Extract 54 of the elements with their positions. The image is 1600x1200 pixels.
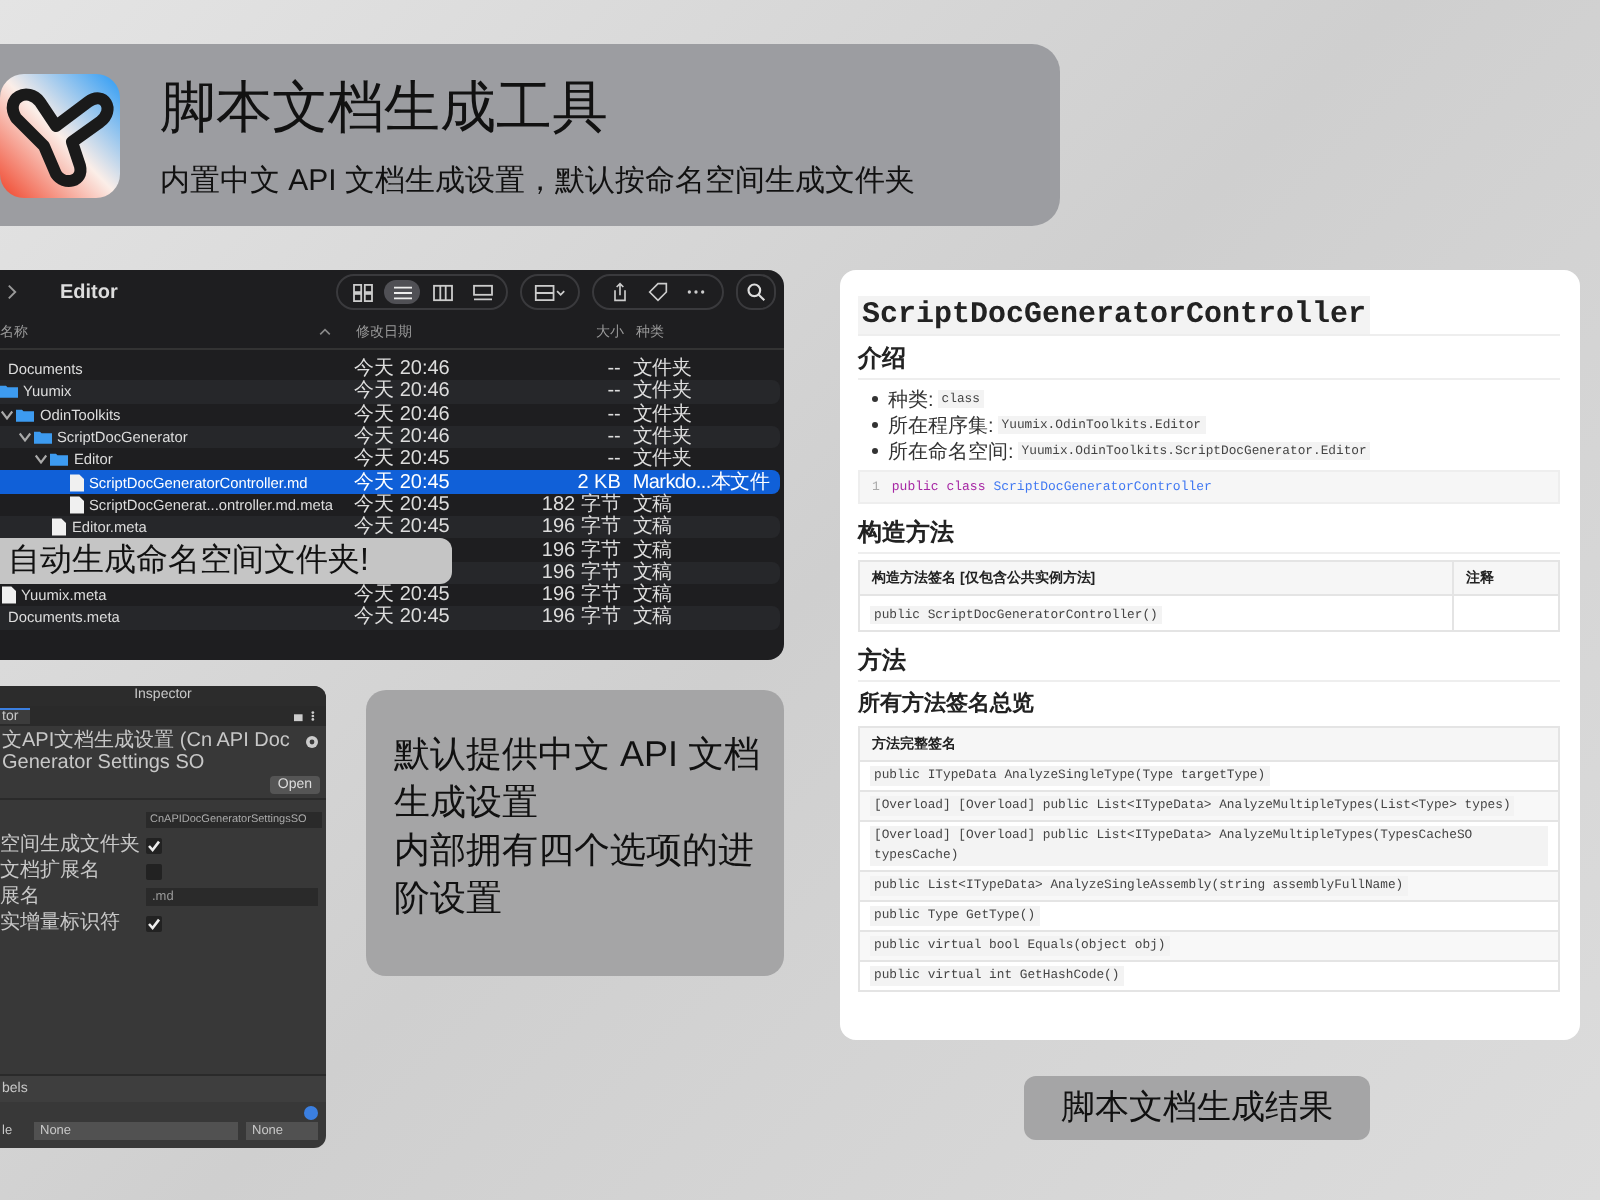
file-size: 196 字节 xyxy=(541,606,621,629)
modified-date: 今天 20:45 xyxy=(354,448,450,471)
asset-header: 文API文档生成设置 (Cn API Doc Generator Settings SO xyxy=(2,730,292,774)
section-heading: 方法 xyxy=(858,638,1560,682)
field-label: 空间生成文件夹 xyxy=(0,833,140,855)
modified-date: 今天 20:46 xyxy=(354,426,450,449)
file-size: 2 KB xyxy=(577,471,621,494)
file-size: 196 字节 xyxy=(541,561,621,584)
field-label: 展名 xyxy=(0,885,40,907)
file-kind: 文稿 xyxy=(632,539,672,562)
file-size: -- xyxy=(607,403,621,426)
modified-date: 今天 20:45 xyxy=(354,516,450,539)
file-kind: 文稿 xyxy=(632,584,672,607)
file-size: 196 字节 xyxy=(541,516,621,539)
file-size: -- xyxy=(607,426,621,449)
file-size: -- xyxy=(607,448,621,471)
banner-subtitle: 内置中文 API 文档生成设置，默认按命名空间生成文件夹 xyxy=(160,162,916,200)
note-text: 默认提供中文 API 文档生成设置 xyxy=(394,732,760,826)
modified-date: 今天 20:45 xyxy=(354,493,450,516)
caption-label: 脚本文档生成结果 xyxy=(1024,1076,1370,1140)
file-size: -- xyxy=(607,358,621,381)
section-heading: 构造方法 xyxy=(858,510,1560,554)
field-label: 实增量标识符 xyxy=(0,911,120,933)
file-kind: 文件夹 xyxy=(632,403,691,426)
modified-date: 今天 20:45 xyxy=(354,584,450,607)
window-title: Editor xyxy=(60,281,118,303)
property-label: 所在程序集: xyxy=(888,413,994,439)
property-label: 所在命名空间: xyxy=(888,439,1014,465)
modified-date: 今天 20:46 xyxy=(354,403,450,426)
file-kind: 文件夹 xyxy=(632,426,691,449)
file-kind: 文稿 xyxy=(632,561,672,584)
file-kind: 文稿 xyxy=(632,516,672,539)
modified-date: 今天 20:45 xyxy=(354,606,450,629)
annotation-tooltip: 自动生成命名空间文件夹! xyxy=(0,538,452,584)
note-text: 内部拥有四个选项的进阶设置 xyxy=(394,828,756,922)
file-size: 196 字节 xyxy=(541,584,621,607)
modified-date: 今天 20:46 xyxy=(354,358,450,381)
file-kind: 文稿 xyxy=(632,493,672,516)
file-size: 182 字节 xyxy=(541,493,621,516)
subsection-heading: 所有方法签名总览 xyxy=(858,689,1036,718)
banner-title: 脚本文档生成工具 xyxy=(160,74,610,142)
modified-date: 今天 20:45 xyxy=(354,471,450,494)
field-label: 文档扩展名 xyxy=(0,859,100,881)
file-size: 196 字节 xyxy=(541,539,621,562)
section-heading: 介绍 xyxy=(858,336,1560,380)
file-kind: 文件夹 xyxy=(632,358,691,381)
file-kind: 文件夹 xyxy=(632,380,691,403)
property-label: 种类: xyxy=(888,387,934,413)
modified-date: 今天 20:46 xyxy=(354,380,450,403)
file-kind: 文稿 xyxy=(632,606,672,629)
file-kind: 文件夹 xyxy=(632,448,691,471)
file-kind: Markdo...本文件 xyxy=(632,471,769,494)
document-title: ScriptDocGeneratorController xyxy=(858,296,1371,334)
file-size: -- xyxy=(607,380,621,403)
